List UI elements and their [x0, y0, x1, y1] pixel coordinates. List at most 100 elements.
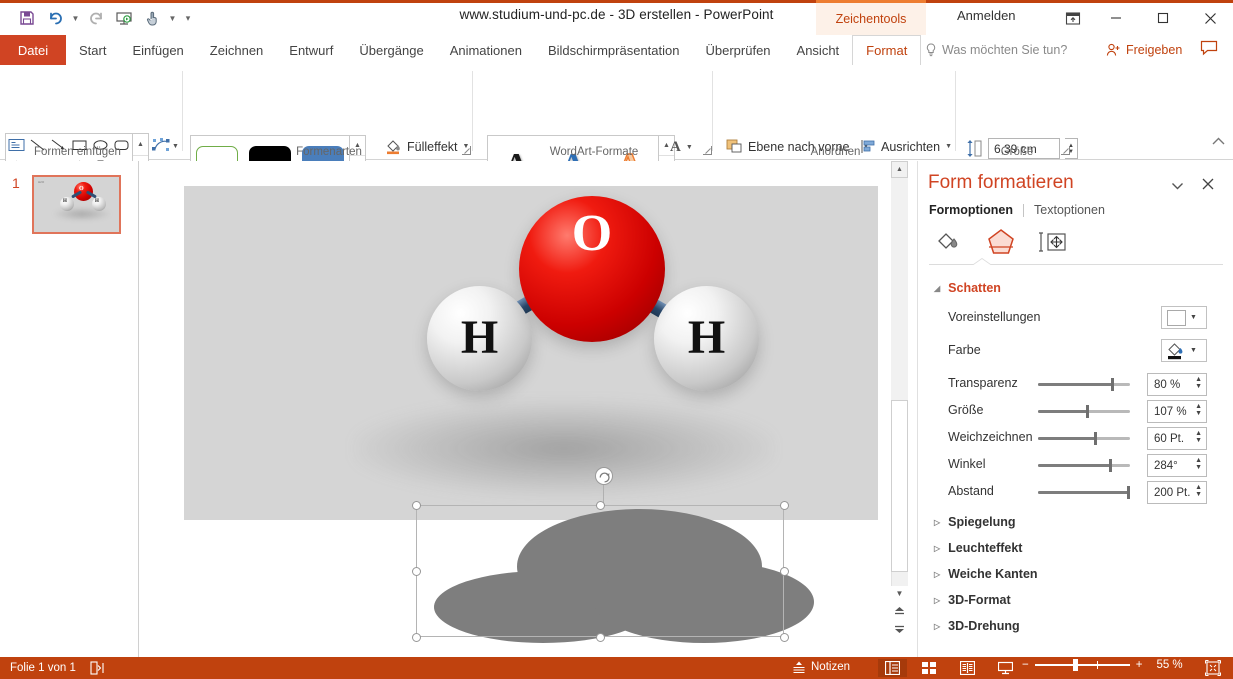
notes-button[interactable]: Notizen — [792, 660, 850, 674]
accessibility-icon[interactable] — [90, 661, 104, 675]
ribbon-group-formenarten: Abc Abc Abc ▲ ▼ ▼ Fülleffekt ▼ Form — [184, 65, 485, 200]
abstand-slider-knob[interactable] — [1127, 486, 1130, 499]
section-3d-format[interactable]: ▷ 3D-Format — [934, 593, 1011, 607]
task-pane-tabs: Formoptionen Textoptionen — [929, 203, 1105, 217]
property-winkel: Winkel 284° ▲ ▼ — [918, 453, 1233, 479]
tab-ansicht[interactable]: Ansicht — [784, 35, 853, 65]
section-3d-drehung[interactable]: ▷ 3D-Drehung — [934, 619, 1020, 633]
scroll-up-icon[interactable]: ▲ — [891, 161, 908, 178]
section-leuchteffekt[interactable]: ▷ Leuchteffekt — [934, 541, 1022, 555]
previous-slide-icon[interactable] — [891, 604, 908, 619]
zoom-control: − + 55 % — [1022, 659, 1183, 672]
slide-count-label[interactable]: Folie 1 von 1 — [10, 662, 76, 674]
tab-formoptionen[interactable]: Formoptionen — [929, 203, 1013, 217]
groesse-label: Größe — [948, 403, 984, 417]
maximize-button[interactable] — [1140, 3, 1185, 33]
scroll-down-icon[interactable]: ▼ — [891, 586, 908, 601]
scrollbar-thumb[interactable] — [891, 178, 908, 400]
sign-in-link[interactable]: Anmelden — [957, 8, 1016, 23]
zoom-level-label: 55 % — [1156, 659, 1183, 671]
section-spiegelung-label: Spiegelung — [948, 515, 1016, 529]
section-weiche-kanten[interactable]: ▷ Weiche Kanten — [934, 567, 1038, 581]
tell-me-search[interactable]: Was möchten Sie tun? — [925, 35, 1067, 65]
ribbon-group-anordnen: Ebene nach vorne ▼ Ebene nach hinten ▼ A… — [714, 65, 957, 200]
tab-datei[interactable]: Datei — [0, 35, 66, 65]
weichzeichnen-spinner[interactable]: ▲ ▼ — [1195, 430, 1202, 444]
zoom-out-button[interactable]: − — [1022, 659, 1029, 671]
section-schatten[interactable]: ◢ Schatten — [934, 281, 1001, 295]
size-properties-icon[interactable] — [1036, 227, 1070, 257]
slide-thumbnail-1[interactable]: H2O O H H — [32, 175, 121, 234]
hydrogen-atom-left[interactable]: H — [427, 286, 532, 391]
fit-slide-icon[interactable] — [1205, 660, 1221, 676]
ribbon-display-options-icon[interactable] — [1062, 8, 1084, 28]
task-pane-menu-icon[interactable] — [1169, 178, 1185, 194]
zoom-slider[interactable] — [1034, 659, 1130, 672]
groesse-slider-knob[interactable] — [1086, 405, 1089, 418]
slide-canvas[interactable]: H H O — [184, 186, 878, 520]
voreinstellungen-button[interactable]: ▼ — [1161, 306, 1207, 329]
weichzeichnen-slider-knob[interactable] — [1094, 432, 1097, 445]
rotation-handle[interactable] — [595, 467, 613, 485]
resize-handle-bottom-left[interactable] — [412, 633, 421, 642]
notes-icon — [792, 660, 806, 674]
contextual-tab-group-label: Zeichentools — [816, 0, 926, 35]
tab-format[interactable]: Format — [852, 35, 922, 65]
section-leuchteffekt-label: Leuchteffekt — [948, 541, 1023, 555]
view-slideshow-button[interactable] — [991, 659, 1020, 677]
transparenz-spinner[interactable]: ▲ ▼ — [1195, 376, 1202, 390]
share-button[interactable]: Freigeben — [1106, 35, 1182, 65]
tab-start[interactable]: Start — [66, 35, 119, 65]
task-pane-close-icon[interactable] — [1199, 175, 1217, 193]
tab-animationen[interactable]: Animationen — [437, 35, 535, 65]
scrollbar-track-lower[interactable] — [891, 400, 908, 572]
view-slide-sorter-button[interactable] — [915, 659, 944, 677]
groesse-spinner[interactable]: ▲ ▼ — [1195, 403, 1202, 417]
hydrogen-atom-right[interactable]: H — [654, 286, 759, 391]
abstand-spinner[interactable]: ▲ ▼ — [1195, 484, 1202, 498]
view-reading-button[interactable] — [953, 659, 982, 677]
winkel-slider-knob[interactable] — [1109, 459, 1112, 472]
next-slide-icon[interactable] — [891, 621, 908, 636]
section-spiegelung[interactable]: ▷ Spiegelung — [934, 515, 1016, 529]
close-button[interactable] — [1188, 3, 1233, 33]
comments-icon[interactable] — [1200, 40, 1220, 60]
resize-handle-middle-right[interactable] — [780, 567, 789, 576]
tab-zeichnen[interactable]: Zeichnen — [197, 35, 276, 65]
edit-shape-caret-icon[interactable]: ▼ — [172, 143, 179, 150]
hydrogen-right-label: H — [687, 311, 726, 364]
property-voreinstellungen: Voreinstellungen ▼ — [918, 306, 1233, 332]
tab-bildschirmpraesentation[interactable]: Bildschirmpräsentation — [535, 35, 693, 65]
edit-shape-button[interactable]: ▼ — [151, 135, 185, 157]
transparenz-slider-knob[interactable] — [1111, 378, 1114, 391]
tab-uebergaenge[interactable]: Übergänge — [346, 35, 436, 65]
slide-thumbnail-panel: 1 — [0, 161, 139, 657]
effects-pentagon-icon[interactable] — [984, 227, 1018, 257]
tab-ueberpruefen[interactable]: Überprüfen — [692, 35, 783, 65]
zoom-slider-knob[interactable] — [1072, 659, 1078, 672]
view-normal-button[interactable] — [878, 659, 907, 677]
lightbulb-icon — [925, 43, 937, 57]
fill-line-icon[interactable] — [932, 227, 966, 257]
window-title: www.studium-und-pc.de - 3D erstellen - P… — [459, 7, 774, 22]
farbe-caret-icon[interactable]: ▼ — [1190, 347, 1197, 354]
minimize-button[interactable] — [1093, 3, 1138, 33]
oxygen-atom[interactable]: O — [519, 196, 665, 342]
winkel-spinner[interactable]: ▲ ▼ — [1195, 457, 1202, 471]
resize-handle-middle-left[interactable] — [412, 567, 421, 576]
resize-handle-top-right[interactable] — [780, 501, 789, 510]
farbe-button[interactable]: ▼ — [1161, 339, 1207, 362]
status-left-group: Folie 1 von 1 — [10, 661, 104, 675]
weichzeichnen-slider-fill — [1038, 437, 1095, 440]
tab-textoptionen[interactable]: Textoptionen — [1034, 203, 1105, 217]
tab-entwurf[interactable]: Entwurf — [276, 35, 346, 65]
resize-handle-top-left[interactable] — [412, 501, 421, 510]
person-share-icon — [1106, 43, 1121, 57]
tab-einfuegen[interactable]: Einfügen — [119, 35, 196, 65]
resize-handle-bottom-right[interactable] — [780, 633, 789, 642]
resize-handle-bottom-center[interactable] — [596, 633, 605, 642]
resize-handle-top-center[interactable] — [596, 501, 605, 510]
collapse-ribbon-icon[interactable] — [1212, 137, 1225, 146]
zoom-in-button[interactable]: + — [1136, 659, 1143, 671]
voreinstellungen-caret-icon[interactable]: ▼ — [1190, 314, 1197, 321]
